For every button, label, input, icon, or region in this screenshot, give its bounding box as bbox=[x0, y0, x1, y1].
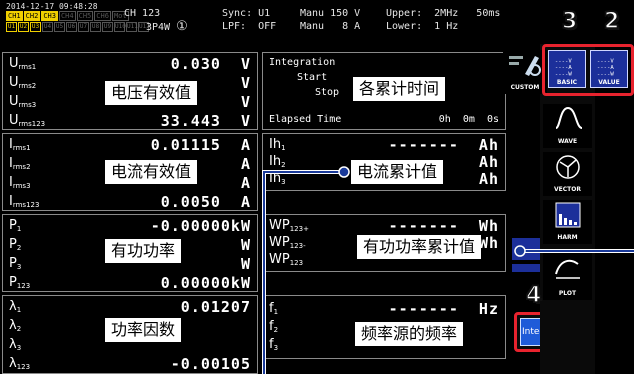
current-integration-leader bbox=[262, 166, 350, 374]
leader-lines bbox=[262, 166, 634, 374]
power-integration-leader bbox=[514, 245, 634, 257]
